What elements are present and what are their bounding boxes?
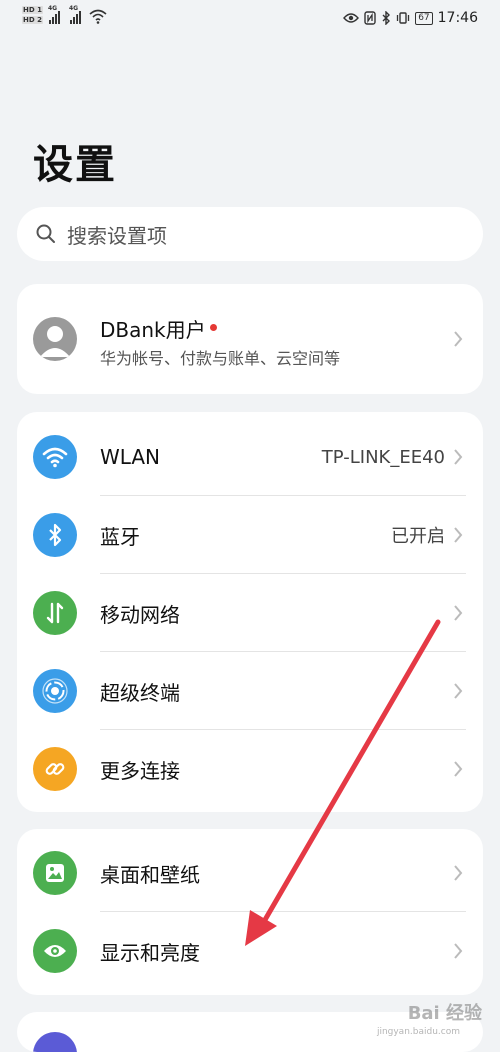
signal-1-icon: 4G: [48, 5, 60, 24]
bluetooth-icon: [33, 513, 77, 557]
clock: 17:46: [437, 10, 478, 26]
settings-item-label: 显示和亮度: [100, 940, 200, 965]
link-icon: [33, 747, 77, 791]
partial-icon: [33, 1032, 77, 1052]
settings-item-more-connections[interactable]: 更多连接: [17, 730, 483, 808]
status-bar: HD 1 HD 2 4G 4G 67 17:46: [0, 0, 500, 40]
watermark-url: jingyan.baidu.com: [376, 1027, 460, 1037]
wifi-icon: [33, 435, 77, 479]
bluetooth-status-icon: [382, 11, 391, 25]
settings-item-display-brightness[interactable]: 显示和亮度: [17, 912, 483, 990]
mobile-data-icon: [33, 591, 77, 635]
chevron-right-icon: [454, 865, 463, 881]
chevron-right-icon: [454, 683, 463, 699]
settings-item-mobile-network[interactable]: 移动网络: [17, 574, 483, 652]
settings-item-label: 移动网络: [100, 602, 180, 627]
account-name: DBank用户: [100, 314, 217, 343]
chevron-right-icon: [454, 331, 463, 347]
hd-badge-1: HD 1: [22, 6, 43, 14]
account-card[interactable]: DBank用户 华为帐号、付款与账单、云空间等: [17, 284, 483, 394]
battery-indicator: 67: [415, 11, 433, 25]
settings-item-value: TP-LINK_EE40: [321, 446, 445, 468]
settings-item-label: WLAN: [100, 445, 161, 469]
search-input[interactable]: 搜索设置项: [17, 207, 483, 261]
chevron-right-icon: [454, 605, 463, 621]
super-device-icon: [33, 669, 77, 713]
settings-item-label: 更多连接: [100, 758, 180, 783]
page-title: 设置: [33, 142, 117, 188]
settings-item-label: 超级终端: [100, 680, 180, 705]
wallpaper-icon: [33, 851, 77, 895]
settings-item-wallpaper[interactable]: 桌面和壁纸: [17, 834, 483, 912]
settings-item-label: 蓝牙: [100, 524, 140, 549]
settings-item-wlan[interactable]: WLAN TP-LINK_EE40: [17, 418, 483, 496]
avatar: [33, 317, 77, 361]
watermark-logo: Bai 经验: [407, 1003, 482, 1024]
search-icon: [36, 224, 55, 243]
notification-dot: [209, 324, 217, 331]
search-placeholder: 搜索设置项: [67, 223, 167, 248]
settings-item-value: 已开启: [391, 526, 445, 547]
wifi-status-icon: [89, 9, 107, 24]
display-card: 桌面和壁纸 显示和亮度: [17, 829, 483, 995]
connectivity-card: WLAN TP-LINK_EE40 蓝牙 已开启 移动网络 超级终端 更多连接: [17, 412, 483, 812]
chevron-right-icon: [454, 527, 463, 543]
eye-icon: [33, 929, 77, 973]
signal-2-icon: 4G: [69, 5, 81, 24]
account-subtitle: 华为帐号、付款与账单、云空间等: [100, 349, 341, 368]
settings-item-super-device[interactable]: 超级终端: [17, 652, 483, 730]
nfc-icon: [364, 11, 376, 25]
chevron-right-icon: [454, 449, 463, 465]
chevron-right-icon: [454, 761, 463, 777]
eye-comfort-icon: [343, 13, 360, 23]
chevron-right-icon: [454, 943, 463, 959]
settings-item-label: 桌面和壁纸: [100, 862, 200, 887]
hd-badge-2: HD 2: [22, 16, 43, 24]
settings-item-bluetooth[interactable]: 蓝牙 已开启: [17, 496, 483, 574]
vibrate-icon: [397, 12, 410, 24]
